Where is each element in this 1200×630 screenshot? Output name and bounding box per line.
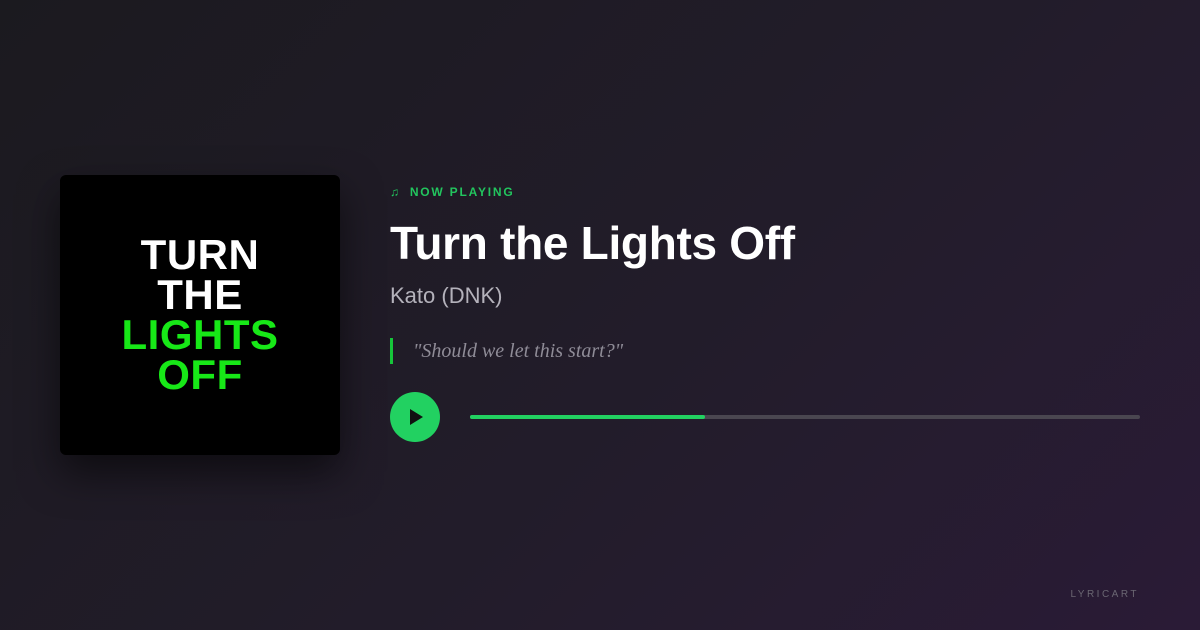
play-icon: [410, 409, 423, 425]
track-title: Turn the Lights Off: [390, 217, 795, 269]
progress-fill: [470, 415, 705, 419]
track-artist: Kato (DNK): [390, 283, 503, 308]
now-playing-label: ♫ NOW PLAYING: [390, 183, 1140, 201]
player-controls: [390, 392, 1140, 442]
brand-watermark: LYRICART: [1070, 589, 1139, 600]
music-note-icon: ♫: [390, 185, 401, 199]
now-playing-text: NOW PLAYING: [409, 185, 515, 199]
play-button[interactable]: [390, 392, 440, 442]
album-art-text: TURN THE LIGHTS OFF: [121, 231, 279, 398]
album-art-line: OFF: [157, 351, 243, 398]
album-art-line: LIGHTS: [121, 311, 279, 358]
progress-bar[interactable]: [470, 415, 1140, 419]
lyric-text: "Should we let this start?": [413, 339, 624, 362]
album-art: TURN THE LIGHTS OFF: [60, 175, 340, 455]
track-info: ♫ NOW PLAYING Turn the Lights Off Kato (…: [390, 183, 1140, 442]
album-art-line: TURN: [140, 231, 260, 278]
lyric-quote: "Should we let this start?": [390, 338, 1140, 364]
album-art-line: THE: [157, 271, 243, 318]
